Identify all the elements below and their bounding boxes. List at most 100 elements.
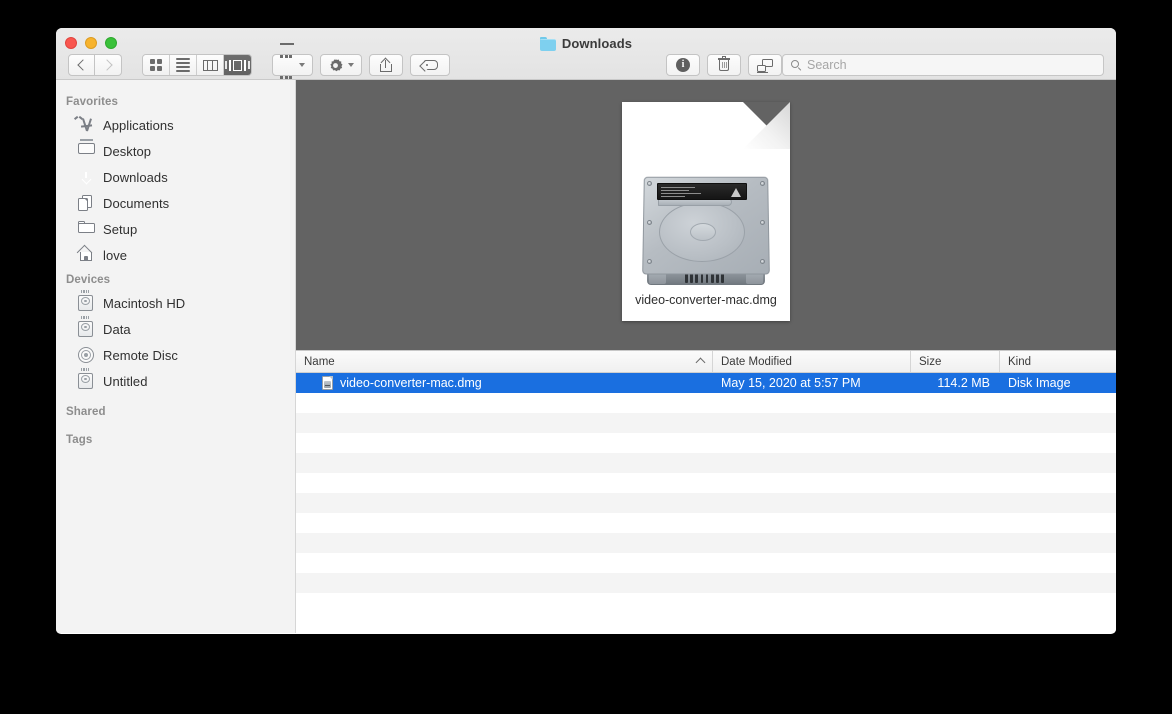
empty-row xyxy=(296,473,1116,493)
chevron-down-icon xyxy=(348,63,354,67)
gear-icon xyxy=(328,58,343,73)
tags-button[interactable] xyxy=(410,54,450,76)
empty-row xyxy=(296,433,1116,453)
downloads-icon xyxy=(78,169,95,186)
column-header-date-modified[interactable]: Date Modified xyxy=(713,351,911,372)
arrange-button[interactable] xyxy=(272,54,313,76)
empty-row xyxy=(296,593,1116,613)
title-bar: Downloads xyxy=(56,28,1116,80)
action-menu-button[interactable] xyxy=(320,54,362,76)
home-icon xyxy=(78,247,95,264)
table-row[interactable]: video-converter-mac.dmg May 15, 2020 at … xyxy=(296,373,1116,393)
disk-image-file-icon xyxy=(322,376,333,390)
window-body: Favorites Applications Desktop xyxy=(56,80,1116,633)
cell-kind: Disk Image xyxy=(1000,376,1116,390)
folder-icon xyxy=(540,37,556,50)
page-title: Downloads xyxy=(562,36,632,51)
cell-date-modified: May 15, 2020 at 5:57 PM xyxy=(713,376,911,390)
column-header-size[interactable]: Size xyxy=(911,351,1000,372)
toolbar: i Search xyxy=(56,50,1116,80)
empty-row xyxy=(296,573,1116,593)
chevron-down-icon xyxy=(299,63,305,67)
list-icon xyxy=(176,58,190,72)
empty-row xyxy=(296,413,1116,433)
file-list: video-converter-mac.dmg May 15, 2020 at … xyxy=(296,373,1116,633)
screen-share-button[interactable] xyxy=(748,54,782,76)
search-field[interactable]: Search xyxy=(782,54,1104,76)
sidebar: Favorites Applications Desktop xyxy=(56,80,296,633)
forward-button[interactable] xyxy=(95,54,122,76)
gallery-view-button[interactable] xyxy=(224,55,251,75)
screen: Downloads xyxy=(0,0,1172,714)
folder-icon xyxy=(78,221,95,238)
forward-chevron-icon xyxy=(101,59,112,70)
empty-row xyxy=(296,493,1116,513)
applications-icon xyxy=(78,117,95,134)
search-icon xyxy=(791,60,802,71)
sidebar-item-label: Untitled xyxy=(103,374,147,389)
icon-view-button[interactable] xyxy=(143,55,170,75)
sidebar-header-shared: Shared xyxy=(56,394,295,422)
tag-icon xyxy=(421,60,438,70)
empty-row xyxy=(296,453,1116,473)
sidebar-item-label: Remote Disc xyxy=(103,348,178,363)
desktop-icon xyxy=(78,143,95,160)
share-button[interactable] xyxy=(369,54,403,76)
preview-file-label: video-converter-mac.dmg xyxy=(622,293,790,307)
sidebar-item-applications[interactable]: Applications xyxy=(56,112,295,138)
empty-row xyxy=(296,393,1116,413)
delete-button[interactable] xyxy=(707,54,741,76)
sidebar-item-macintosh-hd[interactable]: Macintosh HD xyxy=(56,290,295,316)
trash-icon xyxy=(718,58,730,72)
sidebar-item-remote-disc[interactable]: Remote Disc xyxy=(56,342,295,368)
grid-icon xyxy=(150,59,162,71)
documents-icon xyxy=(78,195,95,212)
search-placeholder: Search xyxy=(807,58,847,72)
sidebar-item-desktop[interactable]: Desktop xyxy=(56,138,295,164)
back-button[interactable] xyxy=(68,54,95,76)
sidebar-item-setup[interactable]: Setup xyxy=(56,216,295,242)
hard-drive-icon xyxy=(78,321,95,338)
navigation-buttons xyxy=(68,54,122,76)
sidebar-item-untitled[interactable]: Untitled xyxy=(56,368,295,394)
column-header-kind[interactable]: Kind xyxy=(1000,351,1116,372)
disk-image-icon[interactable]: video-converter-mac.dmg xyxy=(622,102,790,321)
optical-disc-icon xyxy=(78,347,95,364)
sidebar-item-label: love xyxy=(103,248,127,263)
back-chevron-icon xyxy=(77,59,88,70)
view-mode-segmented-control xyxy=(142,54,252,76)
hard-drive-icon xyxy=(78,373,95,390)
list-column-headers: Name Date Modified Size Kind xyxy=(296,350,1116,373)
hard-drive-graphic xyxy=(641,176,771,286)
hard-drive-icon xyxy=(78,295,95,312)
empty-row xyxy=(296,553,1116,573)
gallery-preview-pane: video-converter-mac.dmg xyxy=(296,80,1116,350)
column-view-button[interactable] xyxy=(197,55,224,75)
cell-name: video-converter-mac.dmg xyxy=(296,376,713,390)
empty-row xyxy=(296,533,1116,553)
sidebar-item-label: Data xyxy=(103,322,131,337)
columns-icon xyxy=(203,60,218,71)
screen-share-icon xyxy=(757,59,773,72)
sort-ascending-icon xyxy=(696,358,706,368)
share-icon xyxy=(380,59,392,72)
list-view-button[interactable] xyxy=(170,55,197,75)
sidebar-header-devices: Devices xyxy=(56,268,295,290)
sidebar-item-downloads[interactable]: Downloads xyxy=(56,164,295,190)
info-button[interactable]: i xyxy=(666,54,700,76)
sidebar-item-love[interactable]: love xyxy=(56,242,295,268)
sidebar-item-data[interactable]: Data xyxy=(56,316,295,342)
empty-row xyxy=(296,513,1116,533)
empty-rows xyxy=(296,393,1116,613)
sidebar-item-label: Documents xyxy=(103,196,169,211)
finder-window: Downloads xyxy=(56,28,1116,634)
sidebar-item-label: Downloads xyxy=(103,170,168,185)
sidebar-item-label: Applications xyxy=(103,118,174,133)
content-area: video-converter-mac.dmg Name Date Modifi… xyxy=(296,80,1116,633)
arrange-icon xyxy=(280,43,294,88)
sidebar-item-label: Setup xyxy=(103,222,137,237)
sidebar-item-label: Macintosh HD xyxy=(103,296,185,311)
sidebar-item-label: Desktop xyxy=(103,144,151,159)
sidebar-item-documents[interactable]: Documents xyxy=(56,190,295,216)
column-header-name[interactable]: Name xyxy=(296,351,713,372)
